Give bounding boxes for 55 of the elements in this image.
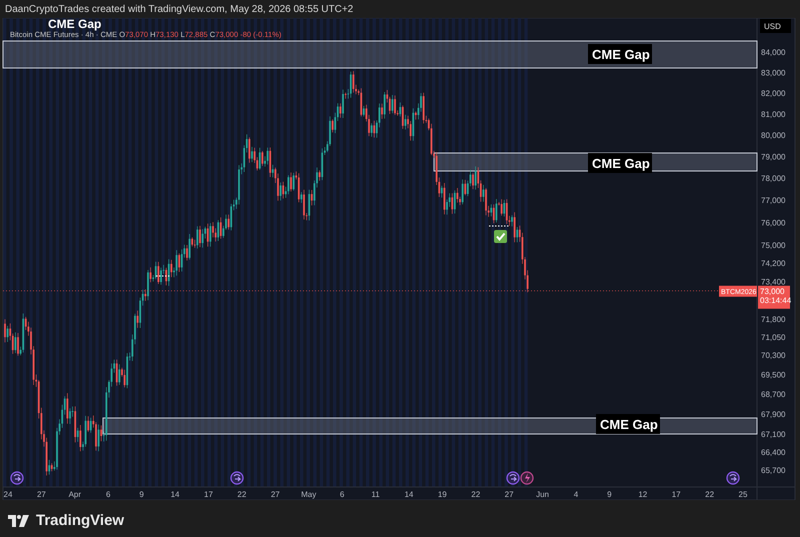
gap-label: CME Gap [592, 47, 650, 62]
time-tick: 22 [237, 490, 246, 499]
time-tick: Jun [536, 490, 549, 499]
price-tick: 75,000 [761, 240, 786, 250]
price-tick: 71,800 [761, 314, 786, 324]
price-tick: 69,500 [761, 370, 786, 380]
price-tick: 76,000 [761, 218, 786, 228]
price-tick: 80,000 [761, 131, 786, 140]
price-tick: 65,700 [761, 466, 786, 475]
time-tick: 11 [371, 490, 380, 499]
time-tick: 17 [204, 490, 213, 499]
check-icon [494, 230, 507, 243]
gap-label: CME Gap [600, 417, 658, 432]
price-tick: 84,000 [761, 48, 786, 57]
price-tick: 79,000 [761, 152, 786, 162]
gap-label: CME Gap [48, 18, 102, 31]
time-tick: 14 [170, 490, 180, 499]
time-tick: 27 [36, 490, 46, 499]
price-tick: 83,000 [761, 68, 786, 78]
brand-name: TradingView [36, 512, 124, 529]
time-tick: Apr [68, 490, 82, 499]
price-tick: 82,000 [761, 89, 786, 98]
time-tick: 19 [438, 490, 447, 499]
time-tick: 22 [471, 490, 480, 499]
time-tick: 12 [638, 490, 648, 499]
time-tick: 6 [340, 490, 344, 499]
price-tick: 77,000 [761, 196, 786, 206]
time-tick: 27 [504, 490, 514, 499]
price-tick: 70,300 [761, 350, 786, 360]
price-tick: 74,200 [761, 259, 786, 268]
time-tick: 25 [738, 490, 748, 499]
current-price: 73,000 [760, 286, 784, 296]
gap-label: CME Gap [592, 156, 650, 171]
time-tick: May [301, 490, 316, 499]
time-tick: 9 [607, 490, 612, 499]
time-tick: 6 [106, 490, 110, 499]
currency-button[interactable]: USD [760, 19, 791, 33]
time-tick: 9 [139, 490, 144, 499]
price-tick: 67,900 [761, 410, 786, 419]
time-tick: 17 [672, 490, 681, 499]
time-tick: 14 [404, 490, 414, 499]
time-tick: 27 [270, 490, 280, 499]
price-tick: 67,100 [761, 430, 786, 440]
price-tick: 68,700 [761, 390, 786, 400]
price-tick: 66,400 [761, 448, 786, 457]
lightning-icon[interactable] [520, 471, 534, 485]
time-tick: 4 [574, 490, 578, 499]
chart-credit: DaanCryptoTrades created with TradingView.com, May 28, 2026 08:55 UTC+2 [5, 4, 354, 14]
time-tick: 22 [705, 490, 714, 499]
time-tick: 24 [4, 490, 12, 499]
price-tick: 73,400 [761, 277, 786, 286]
logo-icon [8, 514, 30, 526]
price-tick: 78,000 [761, 174, 786, 184]
price-tick: 71,050 [761, 332, 786, 342]
price-tick: 81,000 [761, 110, 786, 119]
